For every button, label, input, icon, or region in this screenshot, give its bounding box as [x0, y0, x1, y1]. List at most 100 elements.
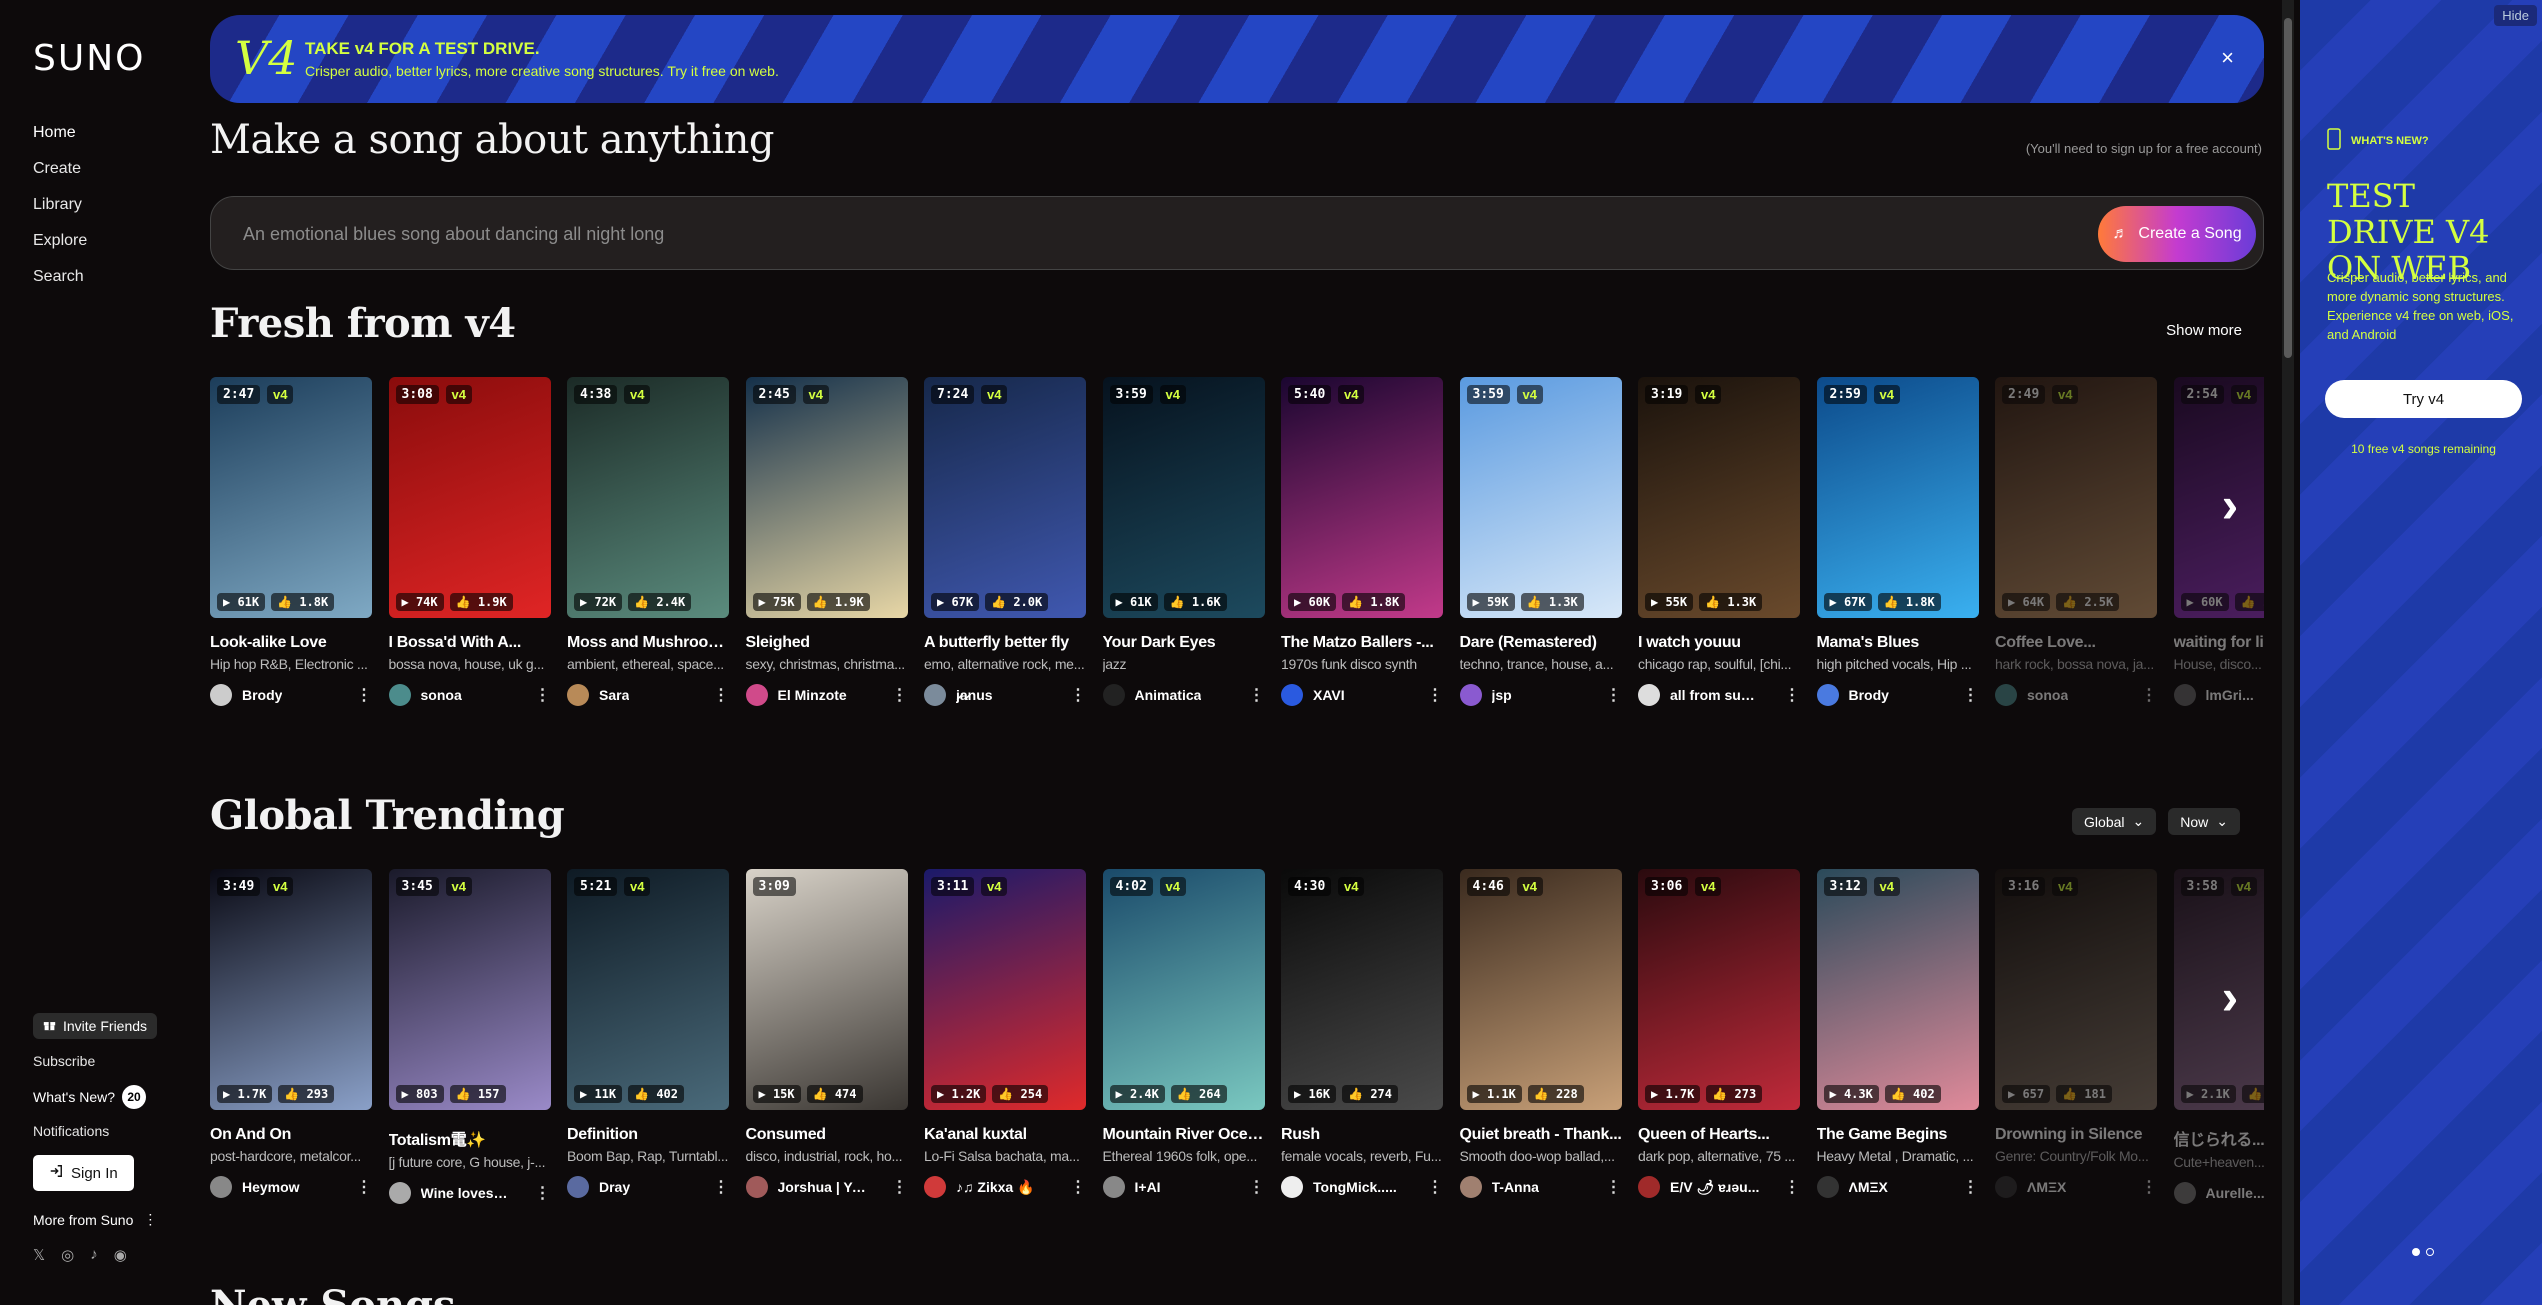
- song-cover-art[interactable]: 4:30 v4 ▶ 16K 👍 274: [1281, 869, 1443, 1110]
- avatar[interactable]: [210, 684, 232, 706]
- try-v4-button[interactable]: Try v4: [2325, 380, 2522, 418]
- more-vertical-icon[interactable]: ⋮: [535, 1183, 551, 1203]
- song-title[interactable]: Moss and Mushrooms: [567, 634, 729, 652]
- song-title[interactable]: Mountain River Ocean: [1103, 1126, 1265, 1144]
- song-card[interactable]: 3:19 v4 ▶ 55K 👍 1.3K I watch youuu chicago ra…: [1638, 377, 1800, 706]
- song-author[interactable]: Aurelle...⋮: [2173, 1182, 2264, 1204]
- more-vertical-icon[interactable]: ⋮: [1427, 1177, 1443, 1197]
- song-title[interactable]: Definition: [567, 1126, 729, 1144]
- song-author[interactable]: Animatica ⋮: [1102, 684, 1265, 706]
- song-card[interactable]: 2:59 v4 ▶ 67K 👍 1.8K Mama's Blues high pitche…: [1816, 377, 1979, 706]
- avatar[interactable]: [388, 684, 411, 706]
- region-filter-select[interactable]: Global ⌄: [2072, 808, 2157, 835]
- x-twitter-icon[interactable]: 𝕏: [33, 1246, 45, 1264]
- close-icon[interactable]: ×: [2221, 45, 2234, 71]
- notifications-link[interactable]: Notifications: [33, 1123, 173, 1139]
- more-vertical-icon[interactable]: ⋮: [356, 685, 372, 705]
- author-name[interactable]: Brody: [242, 687, 282, 703]
- more-from-suno[interactable]: More from Suno ⋮: [33, 1211, 173, 1228]
- song-card[interactable]: 3:06 v4 ▶ 1.7K 👍 273 Queen of Hearts... dark …: [1638, 869, 1800, 1198]
- song-title[interactable]: Coffee Love...: [1995, 634, 2157, 652]
- song-card[interactable]: 3:16 v4 ▶ 657 👍 181 Drowning in Silence Genre…: [1995, 869, 2157, 1198]
- create-song-button[interactable]: ♬ Create a Song: [2098, 206, 2256, 262]
- song-title[interactable]: Totalism電✨: [389, 1126, 551, 1150]
- tiktok-icon[interactable]: ♪: [90, 1246, 98, 1264]
- author-name[interactable]: E/V 🌶 ɐɹǝu...: [1670, 1179, 1759, 1196]
- song-card[interactable]: 2:45 v4 ▶ 75K 👍 1.9K Sleighed sexy, christmas…: [745, 377, 908, 706]
- author-name[interactable]: Sara: [599, 687, 629, 703]
- song-card[interactable]: 2:49 v4 ▶ 64K 👍 2.5K Coffee Love... hark rock…: [1995, 377, 2157, 706]
- song-card[interactable]: 4:46 v4 ▶ 1.1K 👍 228 Quiet breath - Thank...…: [1459, 869, 1622, 1198]
- song-card[interactable]: 4:02 v4 ▶ 2.4K 👍 264 Mountain River Ocean Eth…: [1102, 869, 1265, 1198]
- song-author[interactable]: sonoa ⋮: [388, 684, 551, 706]
- more-vertical-icon[interactable]: ⋮: [1784, 685, 1800, 705]
- song-title[interactable]: Sleighed: [746, 634, 908, 652]
- avatar[interactable]: [1995, 684, 2017, 706]
- song-title[interactable]: Dare (Remastered): [1460, 634, 1622, 652]
- song-cover-art[interactable]: 5:40 v4 ▶ 60K 👍 1.8K: [1281, 377, 1443, 618]
- avatar[interactable]: [567, 684, 589, 706]
- song-card[interactable]: 3:58 v4 ▶ 2.1K 👍 190 信じられる... Cute+heaven... A…: [2173, 869, 2264, 1204]
- song-cover-art[interactable]: 3:59 v4 ▶ 59K 👍 1.3K: [1459, 377, 1622, 618]
- song-author[interactable]: I+AI ⋮: [1102, 1176, 1265, 1198]
- more-vertical-icon[interactable]: ⋮: [1784, 1177, 1800, 1197]
- song-title[interactable]: Drowning in Silence: [1995, 1126, 2157, 1144]
- song-card[interactable]: 4:38 v4 ▶ 72K 👍 2.4K Moss and Mushrooms ambie…: [567, 377, 729, 706]
- song-title[interactable]: Your Dark Eyes: [1103, 634, 1265, 652]
- song-cover-art[interactable]: 3:45 v4 ▶ 803 👍 157: [388, 869, 551, 1110]
- song-card[interactable]: 5:21 v4 ▶ 11K 👍 402 Definition Boom Bap, Rap,…: [567, 869, 729, 1198]
- avatar[interactable]: [1459, 1176, 1482, 1198]
- more-vertical-icon[interactable]: ⋮: [1606, 1177, 1622, 1197]
- avatar[interactable]: [745, 1176, 768, 1198]
- v4-promo-banner[interactable]: V4 TAKE v4 FOR A TEST DRIVE. Crisper aud…: [210, 15, 2264, 103]
- song-title[interactable]: The Matzo Ballers -...: [1281, 634, 1443, 652]
- author-name[interactable]: T-Anna: [1492, 1179, 1539, 1195]
- author-name[interactable]: j̷a̷nus: [956, 687, 993, 703]
- sign-in-button[interactable]: Sign In: [33, 1155, 134, 1191]
- author-name[interactable]: TongMick.....: [1313, 1179, 1397, 1195]
- song-author[interactable]: Wine loves fl... ⋮: [388, 1182, 551, 1204]
- avatar[interactable]: [567, 1176, 589, 1198]
- song-author[interactable]: Heymow ⋮: [210, 1176, 372, 1198]
- avatar[interactable]: [1281, 684, 1303, 706]
- author-name[interactable]: ΛMΞX: [2027, 1179, 2066, 1195]
- show-more-link[interactable]: Show more: [2166, 322, 2242, 339]
- song-cover-art[interactable]: 3:06 v4 ▶ 1.7K 👍 273: [1638, 869, 1800, 1110]
- song-author[interactable]: Dray ⋮: [567, 1176, 729, 1198]
- author-name[interactable]: ΛMΞX: [1849, 1179, 1888, 1195]
- author-name[interactable]: I+AI: [1135, 1179, 1161, 1195]
- author-name[interactable]: ♪♫ Zikxa 🔥: [956, 1179, 1035, 1196]
- author-name[interactable]: sonoa: [2027, 687, 2068, 703]
- more-vertical-icon[interactable]: ⋮: [535, 685, 551, 705]
- more-vertical-icon[interactable]: ⋮: [713, 1177, 729, 1197]
- more-vertical-icon[interactable]: ⋮: [2141, 685, 2157, 705]
- hide-panel-button[interactable]: Hide: [2494, 5, 2537, 26]
- more-vertical-icon[interactable]: ⋮: [2141, 1177, 2157, 1197]
- scrollbar-thumb[interactable]: [2284, 18, 2292, 358]
- song-cover-art[interactable]: 3:59 v4 ▶ 61K 👍 1.6K: [1102, 377, 1265, 618]
- author-name[interactable]: Brody: [1849, 687, 1889, 703]
- avatar[interactable]: [2173, 684, 2196, 706]
- author-name[interactable]: Dray: [599, 1179, 630, 1195]
- song-title[interactable]: I watch youuu: [1638, 634, 1800, 652]
- song-cover-art[interactable]: 3:16 v4 ▶ 657 👍 181: [1995, 869, 2157, 1110]
- more-vertical-icon[interactable]: ⋮: [1606, 685, 1622, 705]
- author-name[interactable]: lmGri...: [2206, 687, 2254, 703]
- song-author[interactable]: E/V 🌶 ɐɹǝu... ⋮: [1638, 1176, 1800, 1198]
- song-cover-art[interactable]: 4:02 v4 ▶ 2.4K 👍 264: [1102, 869, 1265, 1110]
- more-vertical-icon[interactable]: ⋮: [713, 685, 729, 705]
- song-card[interactable]: 4:30 v4 ▶ 16K 👍 274 Rush female vocals, rever…: [1281, 869, 1443, 1198]
- song-title[interactable]: Consumed: [746, 1126, 908, 1144]
- avatar[interactable]: [1638, 1176, 1660, 1198]
- song-card[interactable]: 3:59 v4 ▶ 59K 👍 1.3K Dare (Remastered) techno…: [1459, 377, 1622, 706]
- song-cover-art[interactable]: 3:08 v4 ▶ 74K 👍 1.9K: [388, 377, 551, 618]
- song-card[interactable]: 7:24 v4 ▶ 67K 👍 2.0K A butterfly better fly e…: [924, 377, 1086, 706]
- avatar[interactable]: [1281, 1176, 1303, 1198]
- song-cover-art[interactable]: 3:09 ▶ 15K 👍 474: [745, 869, 908, 1110]
- song-cover-art[interactable]: 5:21 v4 ▶ 11K 👍 402: [567, 869, 729, 1110]
- song-cover-art[interactable]: 2:59 v4 ▶ 67K 👍 1.8K: [1816, 377, 1979, 618]
- suno-logo[interactable]: SUNO: [33, 38, 145, 79]
- song-prompt-input[interactable]: [243, 219, 1943, 249]
- song-title[interactable]: waiting for li...: [2174, 634, 2265, 652]
- song-title[interactable]: On And On: [210, 1126, 372, 1144]
